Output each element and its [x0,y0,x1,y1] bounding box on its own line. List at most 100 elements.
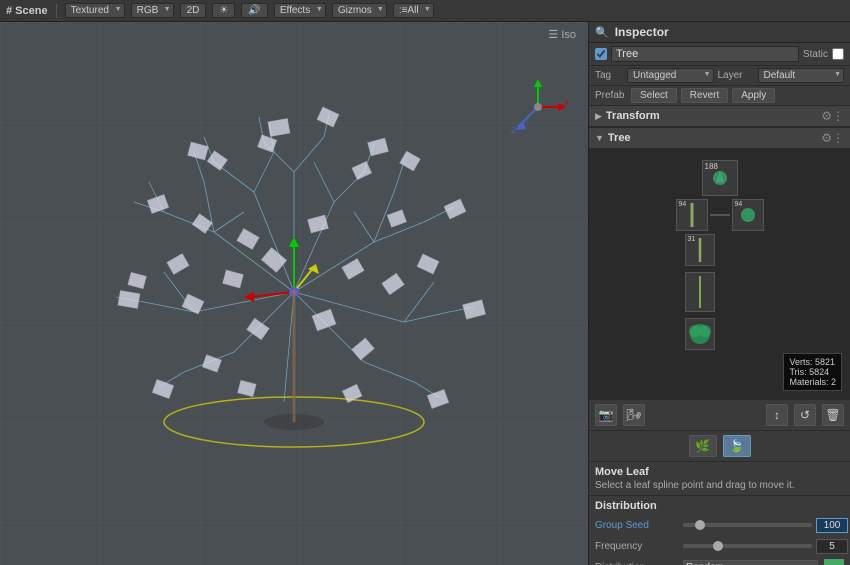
group-seed-slider-wrap [683,518,848,533]
node-connector [710,214,730,216]
svg-text:X: X [564,98,568,107]
scene-title: # Scene [6,5,48,17]
tree-nodes-area: 188 94 94 [589,149,850,399]
move-leaf-title: Move Leaf [595,466,844,478]
tree-node-branch-3[interactable] [685,272,715,312]
2d-btn[interactable]: 2D [180,3,207,18]
tag-layer-row: Tag Untagged Layer Default [589,66,850,86]
tool-icons-row: 📷 🌬 ↕ ↺ 🗑 [589,399,850,431]
rgb-dropdown[interactable]: RGB [131,3,174,18]
branch-node-thumb-2[interactable]: 31 [685,234,715,266]
layer-dropdown-wrap[interactable]: Default [758,68,845,83]
group-seed-row: Group Seed [595,516,844,534]
tree-gear-icon[interactable]: ⚙ [821,131,832,145]
tree-title: Tree [608,132,821,144]
transform-arrow-icon: ▶ [595,111,602,122]
textured-dropdown-wrap[interactable]: Textured [65,3,125,18]
add-branch-btn[interactable]: 🌿 [689,435,717,457]
transform-header[interactable]: ▶ Transform ⚙ ⋮ [589,106,850,127]
tree-arrow-icon: ▼ [595,133,604,143]
object-name-row: Static [589,43,850,66]
materials-line: Materials: 2 [789,377,836,387]
iso-label: ☰ Iso [548,28,576,41]
action-buttons-row: 🌿 🍃 [589,431,850,462]
textured-dropdown[interactable]: Textured [65,3,125,18]
verts-line: Verts: 5821 [789,357,836,367]
svg-text:Y: Y [534,77,540,79]
branch-node-thumb-1[interactable]: 94 [676,199,708,231]
frequency-label: Frequency [595,541,683,552]
tree-node-root[interactable]: 188 [702,160,738,196]
select-btn[interactable]: Select [631,88,677,103]
prefab-row: Prefab Select Revert Apply [589,86,850,106]
move-leaf-desc: Select a leaf spline point and drag to m… [595,480,844,491]
effects-dropdown[interactable]: Effects [274,3,326,18]
rotate-tool-btn[interactable]: ↺ [794,404,816,426]
inspector-panel: 🔍 Inspector Static Tag Untagged Layer De… [588,22,850,565]
tree-node-branch-2[interactable]: 31 [685,234,715,266]
distribution-row: Distribution Random Alternate Opposite W… [595,558,844,565]
tree-section: ▼ Tree ⚙ ⋮ 188 94 [589,128,850,565]
apply-btn[interactable]: Apply [732,88,775,103]
tree-menu-icon[interactable]: ⋮ [832,131,844,145]
effects-dropdown-wrap[interactable]: Effects [274,3,326,18]
frequency-slider-wrap [683,539,848,554]
tag-dropdown-wrap[interactable]: Untagged [627,68,714,83]
tree-section-header[interactable]: ▼ Tree ⚙ ⋮ [589,128,850,149]
distribution-select-wrap: Random Alternate Opposite Whorled [683,559,844,565]
gizmos-dropdown-wrap[interactable]: Gizmos [332,3,387,18]
main-layout: ☰ Iso Y X Z [0,22,850,565]
static-label: Static [803,49,828,60]
wind-tool-btn[interactable]: 🌬 [623,404,645,426]
inspector-title: Inspector [615,25,669,39]
group-seed-value[interactable] [816,518,848,533]
tree-node-leaf-2[interactable] [685,318,715,350]
leaf-node-thumb-1[interactable]: 94 [732,199,764,231]
camera-tool-btn[interactable]: 📷 [595,404,617,426]
distribution-label: Distribution [595,562,683,565]
audio-btn[interactable]: 🔊 [241,3,267,18]
branch-node-thumb-3[interactable] [685,272,715,312]
frequency-row: Frequency [595,537,844,555]
frequency-slider[interactable] [683,544,812,548]
distribution-select[interactable]: Random Alternate Opposite Whorled [683,560,818,565]
revert-btn[interactable]: Revert [681,88,728,103]
static-checkbox[interactable] [832,48,844,60]
root-node-thumb[interactable]: 188 [702,160,738,196]
object-name-input[interactable] [611,46,799,62]
distribution-title: Distribution [595,500,844,512]
scene-viewport[interactable]: ☰ Iso Y X Z [0,22,588,565]
separator [56,4,57,18]
verts-info-box: Verts: 5821 Tris: 5824 Materials: 2 [783,353,842,391]
frequency-value[interactable] [816,539,848,554]
viewport-grid [0,22,588,565]
tag-label: Tag [595,70,623,81]
transform-gizmo: Y X Z [508,77,568,137]
gizmos-dropdown[interactable]: Gizmos [332,3,387,18]
prefab-label: Prefab [595,90,627,101]
inspector-icon: 🔍 [595,26,609,39]
svg-text:Z: Z [511,126,516,135]
rgb-dropdown-wrap[interactable]: RGB [131,3,174,18]
transform-title: Transform [606,110,821,122]
tag-dropdown[interactable]: Untagged [627,68,714,83]
all-dropdown-wrap[interactable]: :≡All [393,3,434,18]
tris-line: Tris: 5824 [789,367,836,377]
delete-tool-btn[interactable]: 🗑 [822,404,844,426]
tree-node-row-2: 94 94 [676,199,764,231]
move-leaf-btn[interactable]: 🍃 [723,435,751,457]
top-toolbar: # Scene Textured RGB 2D ☀ 🔊 Effects Gizm… [0,0,850,22]
lighting-btn[interactable]: ☀ [212,3,235,18]
layer-label: Layer [718,70,754,81]
object-enabled-checkbox[interactable] [595,48,607,60]
transform-section: ▶ Transform ⚙ ⋮ [589,106,850,128]
leaf-node-thumb-2[interactable] [685,318,715,350]
group-seed-label: Group Seed [595,520,683,531]
transform-tool-btn[interactable]: ↕ [766,404,788,426]
layer-dropdown[interactable]: Default [758,68,845,83]
all-dropdown[interactable]: :≡All [393,3,434,18]
group-seed-slider[interactable] [683,523,812,527]
transform-menu-icon[interactable]: ⋮ [832,109,844,123]
description-area: Move Leaf Select a leaf spline point and… [589,462,850,496]
transform-gear-icon[interactable]: ⚙ [821,109,832,123]
